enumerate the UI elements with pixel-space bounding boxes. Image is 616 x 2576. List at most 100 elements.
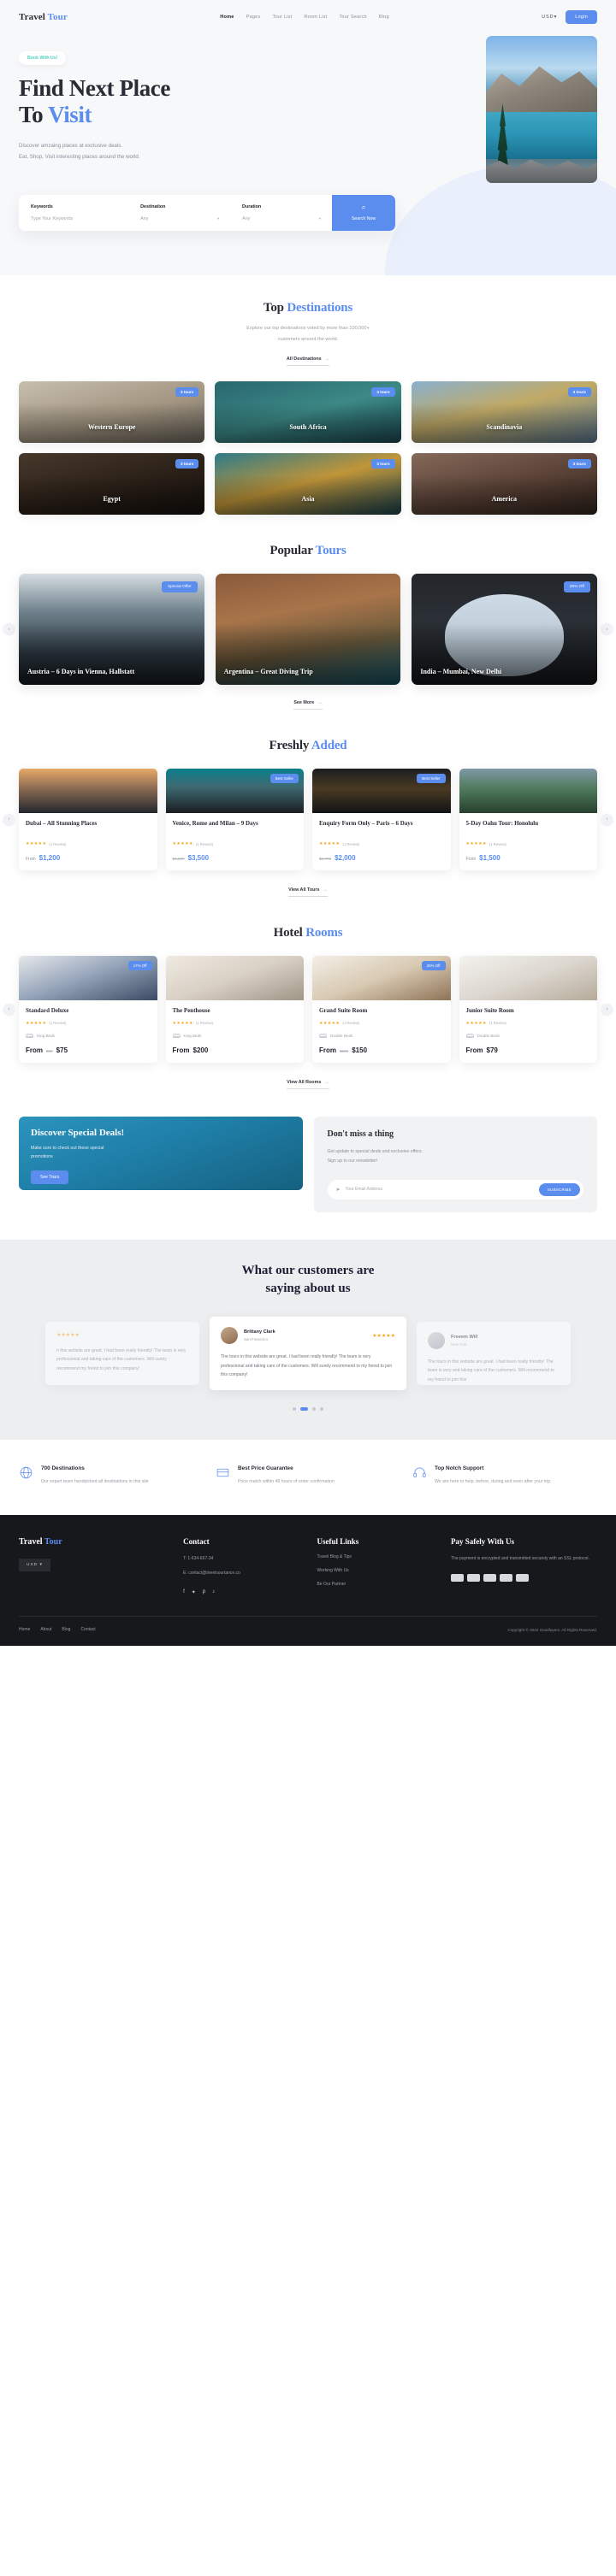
testimonial-card-active[interactable]: Brittany Clark San Francisco ★★★★★ The t… <box>210 1317 406 1390</box>
room-product-card[interactable]: The Penthouse ★★★★★ (1 Review) King Beds… <box>165 956 304 1063</box>
duration-field[interactable]: Duration Any ▼ <box>230 195 332 231</box>
destination-card[interactable]: 3 tours America <box>411 453 597 516</box>
title-accent: Tours <box>315 544 346 558</box>
footer-link-working-with-us[interactable]: Working With Us <box>317 1568 439 1573</box>
old-price: $200 <box>340 1048 349 1053</box>
all-destinations-link[interactable]: All Destinations → <box>286 357 330 367</box>
footer-bottom-link-home[interactable]: Home <box>19 1627 30 1632</box>
facebook-icon[interactable]: f <box>183 1589 185 1595</box>
destination-badge: 3 tours <box>175 387 199 398</box>
tour-product-card[interactable]: Best Seller Enquiry Form Only – Paris – … <box>312 769 451 871</box>
star-rating-icon: ★★★★★ <box>172 1020 193 1026</box>
see-tours-button[interactable]: See Tours <box>31 1170 69 1184</box>
carousel-dot[interactable] <box>312 1406 316 1411</box>
tour-product-card[interactable]: 5-Day Oahu Tour: Honolulu ★★★★★ (1 Revie… <box>459 769 597 871</box>
login-button[interactable]: Login <box>566 10 597 24</box>
room-product-card[interactable]: 17% Off Standard Deluxe ★★★★★ (1 Review)… <box>19 956 157 1063</box>
twitter-icon[interactable]: ✦ <box>192 1589 196 1595</box>
top-destinations-section: Top Destinations Explore our top destina… <box>0 275 616 516</box>
newsletter-text: Get update to special deals and exclusiv… <box>328 1147 584 1166</box>
email-input[interactable]: Your Email Address <box>346 1187 534 1192</box>
price-value: $150 <box>352 1046 368 1054</box>
search-icon: ⌕ <box>361 203 366 212</box>
search-now-button[interactable]: ⌕ Search Now <box>331 194 395 231</box>
destination-card[interactable]: 3 tours South Africa <box>215 381 401 444</box>
payment-card-icons <box>451 1573 597 1582</box>
price: From $79 <box>466 1046 591 1054</box>
site-header: Travel Tour Home Pages Tour List Room Li… <box>0 0 616 34</box>
destination-card[interactable]: 3 tours Western Europe <box>19 381 205 444</box>
tour-thumbnail <box>459 769 597 814</box>
nav-item-pages[interactable]: Pages <box>246 15 261 20</box>
destination-card[interactable]: 3 tours Egypt <box>19 453 205 516</box>
keywords-field[interactable]: Keywords Type Your Keywords <box>19 195 128 231</box>
footer-bottom-link-blog[interactable]: Blog <box>62 1627 70 1632</box>
carousel-dot[interactable] <box>320 1406 323 1411</box>
destination-field[interactable]: Destination Any ▼ <box>128 195 230 231</box>
main-navigation: Home Pages Tour List Room List Tour Sear… <box>68 15 542 20</box>
discover-icon <box>500 1573 513 1582</box>
destination-select[interactable]: Any ▼ <box>140 216 230 221</box>
footer-bottom-links: Home About Blog Contact <box>19 1627 96 1632</box>
footer-bottom-link-contact[interactable]: Contact <box>80 1627 95 1632</box>
special-deals-card[interactable]: Discover Special Deals! Make sure to che… <box>19 1116 303 1190</box>
tour-product-card[interactable]: Dubai – All Stunning Places ★★★★★ (1 Rev… <box>19 769 157 871</box>
price-value: $75 <box>56 1046 68 1054</box>
nav-item-home[interactable]: Home <box>220 15 234 20</box>
keywords-input[interactable]: Type Your Keywords <box>31 216 128 221</box>
footer-brand-column: Travel Tour USD ▾ <box>19 1537 171 1595</box>
hero-image-lake-mountains <box>486 36 597 183</box>
site-logo[interactable]: Travel Tour <box>19 12 68 22</box>
nav-item-tour-search[interactable]: Tour Search <box>339 15 366 20</box>
tiktok-icon[interactable]: ♪ <box>212 1589 215 1595</box>
testimonial-card-next[interactable]: Freeem Will New York The tours in this w… <box>417 1321 571 1385</box>
testimonial-card-previous[interactable]: ★★★★★ n this website are great. I had be… <box>45 1321 199 1385</box>
carousel-dot-active[interactable] <box>300 1406 308 1411</box>
footer-bottom-link-about[interactable]: About <box>40 1627 51 1632</box>
footer-currency-selector[interactable]: USD ▾ <box>19 1559 50 1572</box>
old-price: $3,700 <box>319 857 332 862</box>
carousel-next-button[interactable]: › <box>601 813 613 827</box>
rating: ★★★★★ (1 Review) <box>26 1021 151 1026</box>
carousel-dot[interactable] <box>293 1406 296 1411</box>
see-more-tours-link[interactable]: See More → <box>293 700 323 710</box>
carousel-next-button[interactable]: › <box>601 1003 613 1017</box>
carousel-prev-button[interactable]: ‹ <box>3 813 15 827</box>
tour-card[interactable]: 25% Off India – Mumbai, New Delhi <box>412 574 597 686</box>
feature-price-guarantee: Best Price Guarantee Price match within … <box>216 1465 400 1487</box>
destination-badge: 3 tours <box>175 459 199 469</box>
review-count: (1 Review) <box>489 841 506 846</box>
footer-payment-heading: Pay Safely With Us <box>451 1537 514 1547</box>
destination-card[interactable]: 3 tours Asia <box>215 453 401 516</box>
room-product-card[interactable]: Junior Suite Room ★★★★★ (1 Review) Doubl… <box>459 956 597 1063</box>
duration-select[interactable]: Any ▼ <box>242 216 332 221</box>
carousel-prev-button[interactable]: ‹ <box>3 1003 15 1017</box>
tour-card[interactable]: Special Offer Austria – 6 Days in Vienna… <box>19 574 204 686</box>
view-all-tours-link[interactable]: View All Tours → <box>288 887 328 898</box>
view-all-rooms-link[interactable]: View All Rooms → <box>287 1080 329 1089</box>
footer-logo[interactable]: Travel Tour <box>19 1537 171 1547</box>
paper-plane-icon: ➤ <box>335 1187 341 1193</box>
nav-item-tour-list[interactable]: Tour List <box>272 15 292 20</box>
subscribe-button[interactable]: SUBSCRIBE <box>538 1182 580 1196</box>
arrow-right-icon: → <box>317 700 323 706</box>
carousel-next-button[interactable]: › <box>601 622 613 636</box>
from-label: From <box>26 857 36 863</box>
footer-phone[interactable]: T: 1-634-667-34 <box>183 1555 305 1564</box>
room-product-card[interactable]: 25% Off Grand Suite Room ★★★★★ (1 Review… <box>312 956 451 1063</box>
destination-card[interactable]: 3 tours Scandinavia <box>411 381 597 444</box>
footer-email[interactable]: E: contact@tneelsourtance.co <box>183 1570 305 1578</box>
tour-thumbnail: Best Seller <box>312 769 451 814</box>
pinterest-icon[interactable]: p <box>203 1589 205 1595</box>
newsletter-form: ➤ Your Email Address SUBSCRIBE <box>327 1179 583 1200</box>
testimonial-location: San Francisco <box>244 1337 269 1342</box>
nav-item-room-list[interactable]: Room List <box>304 15 327 20</box>
footer-link-be-our-partner[interactable]: Be Our Partner <box>317 1582 439 1587</box>
tour-product-card[interactable]: Best Seller Venice, Rome and Milan – 9 D… <box>165 769 304 871</box>
carousel-prev-button[interactable]: ‹ <box>3 622 15 636</box>
nav-item-blog[interactable]: Blog <box>379 15 389 20</box>
tour-card[interactable]: Argentina – Great Diving Trip <box>215 574 401 686</box>
currency-selector[interactable]: USD▾ <box>542 15 557 20</box>
bed-info: King Beds <box>26 1033 151 1039</box>
footer-link-travel-blog[interactable]: Travel Blog & Tips <box>317 1554 439 1559</box>
